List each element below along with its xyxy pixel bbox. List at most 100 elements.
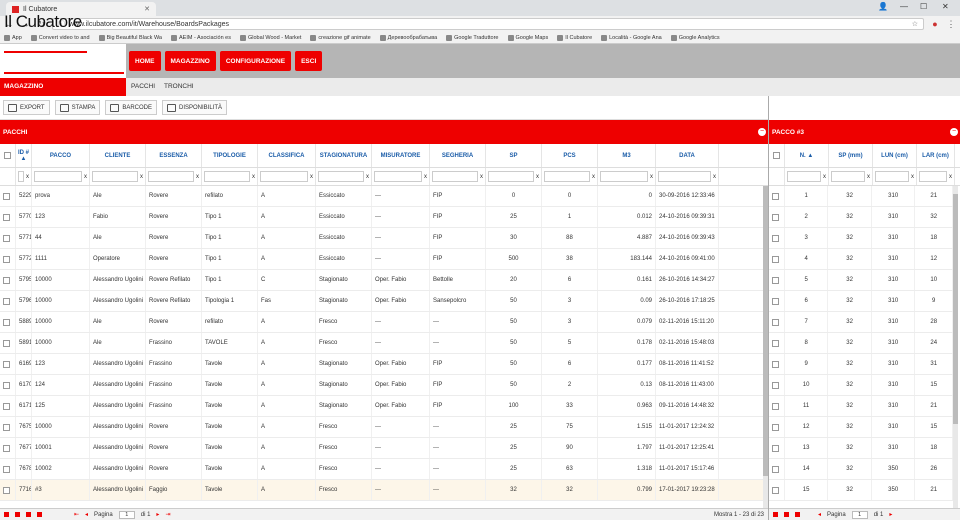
row-checkbox-cell[interactable] [0, 186, 16, 206]
row-checkbox[interactable] [3, 444, 10, 452]
barcode-button[interactable]: BARCODE [105, 100, 158, 115]
prev-page-icon[interactable]: ◂ [818, 511, 821, 518]
row-checkbox-cell[interactable] [0, 375, 16, 395]
bookmark-item[interactable]: Google Traduttore [446, 34, 499, 41]
export-button[interactable]: EXPORT [3, 100, 50, 115]
row-checkbox-cell[interactable] [0, 291, 16, 311]
row-checkbox[interactable] [772, 339, 779, 347]
next-page-icon[interactable]: ▸ [889, 511, 892, 518]
row-checkbox[interactable] [772, 192, 779, 200]
row-checkbox-cell[interactable] [769, 480, 785, 500]
table-row[interactable]: 5889 10000 Ale Rovere refilato A Fresco --- --- 5… [0, 312, 763, 333]
app-logo[interactable]: Il Cubatore [4, 12, 82, 32]
table-row[interactable]: 5771 44 Ale Rovere Tipo 1 A Essiccato --- FIP 30 8… [0, 228, 763, 249]
pacchi-scroll-thumb[interactable] [763, 186, 768, 476]
row-checkbox-cell[interactable] [0, 249, 16, 269]
filter-input[interactable] [34, 171, 82, 182]
clear-filter-icon[interactable]: x [823, 174, 826, 180]
table-row[interactable]: 12 32 310 15 [769, 417, 954, 438]
bookmark-item[interactable]: Google Analytics [670, 34, 720, 41]
next-page-icon[interactable]: ▸ [156, 511, 159, 518]
table-row[interactable]: 7 32 310 28 [769, 312, 954, 333]
table-row[interactable]: 5229 prova Ale Rovere refilato A Essiccato --- F… [0, 186, 763, 207]
bookmark-item[interactable]: Деревообрабатыва [379, 34, 437, 41]
add-icon[interactable] [773, 512, 778, 517]
row-checkbox[interactable] [772, 234, 779, 242]
filter-input[interactable] [919, 171, 947, 182]
minimize-icon[interactable]: — [900, 2, 908, 11]
row-checkbox[interactable] [772, 318, 779, 326]
row-checkbox[interactable] [3, 318, 10, 326]
menu-esci-button[interactable]: ESCI [295, 51, 323, 71]
clear-filter-icon[interactable]: x [480, 174, 483, 180]
row-checkbox[interactable] [3, 465, 10, 473]
filter-input[interactable] [318, 171, 364, 182]
row-checkbox[interactable] [3, 381, 10, 389]
prev-page-icon[interactable]: ◂ [85, 511, 88, 518]
row-checkbox-cell[interactable] [769, 207, 785, 227]
row-checkbox[interactable] [772, 402, 779, 410]
select-all-cell[interactable] [769, 144, 785, 167]
column-header[interactable]: CLIENTE [90, 144, 146, 167]
bookmark-item[interactable]: Il Cubatore [557, 34, 592, 41]
column-header[interactable]: DATA [656, 144, 719, 167]
row-checkbox[interactable] [772, 255, 779, 263]
bookmark-item[interactable]: creazione gif animate [310, 34, 371, 41]
clear-filter-icon[interactable]: x [196, 174, 199, 180]
table-row[interactable]: 5772 1111 Operatore Rovere Tipo 1 A Essiccato -… [0, 249, 763, 270]
user-icon[interactable]: 👤 [878, 2, 888, 11]
collapse-right-icon[interactable]: − [950, 128, 958, 136]
row-checkbox-cell[interactable] [0, 459, 16, 479]
row-checkbox-cell[interactable] [769, 459, 785, 479]
filter-input[interactable] [787, 171, 821, 182]
row-checkbox-cell[interactable] [769, 312, 785, 332]
close-tab-icon[interactable]: ✕ [144, 5, 150, 13]
menu-home-button[interactable]: HOME [129, 51, 161, 71]
filter-input[interactable] [260, 171, 308, 182]
row-checkbox-cell[interactable] [0, 207, 16, 227]
edit-icon[interactable] [784, 512, 789, 517]
bookmark-item[interactable]: Località - Google Ana [601, 34, 662, 41]
delete-icon[interactable] [26, 512, 31, 517]
row-checkbox[interactable] [3, 402, 10, 410]
row-checkbox-cell[interactable] [769, 417, 785, 437]
filter-input[interactable] [204, 171, 250, 182]
filter-input[interactable] [658, 171, 711, 182]
row-checkbox-cell[interactable] [0, 438, 16, 458]
first-page-icon[interactable]: ⇤ [74, 511, 79, 518]
row-checkbox-cell[interactable] [769, 228, 785, 248]
filter-input[interactable] [600, 171, 648, 182]
pacco-scroll-thumb[interactable] [953, 194, 958, 424]
row-checkbox[interactable] [772, 465, 779, 473]
clear-filter-icon[interactable]: x [867, 174, 870, 180]
row-checkbox[interactable] [3, 297, 10, 305]
maximize-icon[interactable]: ☐ [920, 2, 927, 11]
table-row[interactable]: 6170 124 Alessandro Ugolini Frassino Tavole A… [0, 375, 763, 396]
subtab-pacchi[interactable]: PACCHI [131, 83, 155, 90]
clear-filter-icon[interactable]: x [424, 174, 427, 180]
row-checkbox[interactable] [3, 486, 10, 494]
clear-filter-icon[interactable]: x [310, 174, 313, 180]
row-checkbox[interactable] [772, 486, 779, 494]
url-input[interactable]: ⓘ www.ilcubatore.com/it/Warehouse/BoardsP… [52, 18, 924, 30]
edit-icon[interactable] [15, 512, 20, 517]
filter-input[interactable] [432, 171, 478, 182]
page-input[interactable]: 1 [851, 510, 868, 519]
clear-filter-icon[interactable]: x [84, 174, 87, 180]
table-row[interactable]: 5 32 310 10 [769, 270, 954, 291]
table-row[interactable]: 15 32 350 21 [769, 480, 954, 501]
row-checkbox[interactable] [3, 339, 10, 347]
table-row[interactable]: 7677 10001 Alessandro Ugolini Rovere Tavole A… [0, 438, 763, 459]
row-checkbox-cell[interactable] [0, 480, 16, 500]
row-checkbox-cell[interactable] [0, 354, 16, 374]
filter-input[interactable] [831, 171, 865, 182]
pacco-scrollbar[interactable] [953, 186, 958, 508]
column-header[interactable]: SEGHERIA [430, 144, 486, 167]
page-input[interactable]: 1 [118, 510, 135, 519]
collapse-left-icon[interactable]: − [758, 128, 766, 136]
clear-filter-icon[interactable]: x [650, 174, 653, 180]
table-row[interactable]: 2 32 310 32 [769, 207, 954, 228]
check-icon[interactable] [4, 512, 9, 517]
column-header[interactable]: LAR (cm) [917, 144, 955, 167]
column-header[interactable]: ESSENZA [146, 144, 202, 167]
